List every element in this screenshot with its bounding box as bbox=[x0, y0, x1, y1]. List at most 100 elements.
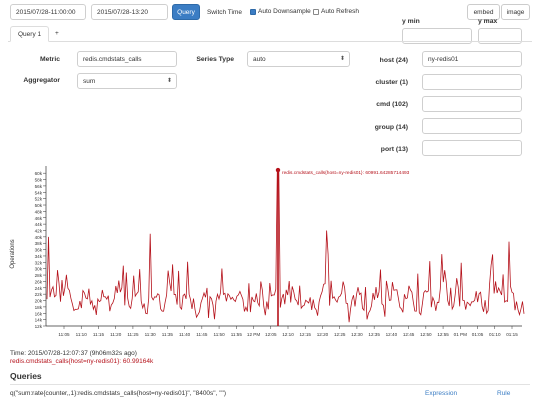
y-tick-label: 60k bbox=[35, 171, 43, 176]
y-tick-label: 36k bbox=[35, 248, 43, 253]
y-tick-label: 24k bbox=[35, 286, 43, 291]
y-tick-label: 42k bbox=[35, 228, 43, 233]
tag-input-host[interactable]: ny-redis01 bbox=[422, 51, 522, 67]
y-tick-label: 28k bbox=[35, 273, 43, 278]
x-axis: 11:05 11:10 11:15 11:20 11:25 11:30 11:35 11:40… bbox=[46, 325, 522, 337]
y-tick-label: 34k bbox=[35, 254, 43, 259]
y-axis-title: Operations bbox=[10, 239, 16, 268]
series-type-value: auto bbox=[253, 56, 266, 63]
aggregator-label: Aggregator bbox=[23, 77, 60, 84]
x-tick-label: 12:05 bbox=[265, 332, 277, 337]
y-tick-label: 32k bbox=[35, 260, 43, 265]
y-tick-label: 48k bbox=[35, 209, 43, 214]
y-tick-label: 58k bbox=[35, 178, 43, 183]
x-tick-label: 12:50 bbox=[420, 332, 432, 337]
y-tick-label: 44k bbox=[35, 222, 43, 227]
tab-add-query[interactable]: + bbox=[48, 26, 66, 42]
tab-query-1[interactable]: Query 1 bbox=[10, 26, 50, 42]
x-tick-label: 12:10 bbox=[282, 332, 294, 337]
x-tick-label: 12:55 bbox=[437, 332, 449, 337]
y-tick-label: 22k bbox=[35, 292, 43, 297]
y-tick-label: 54k bbox=[35, 190, 43, 195]
x-tick-label: 11:20 bbox=[110, 332, 122, 337]
x-tick-label: 12:30 bbox=[351, 332, 363, 337]
series-type-label: Series Type bbox=[196, 56, 234, 63]
y-tick-label: 56k bbox=[35, 184, 43, 189]
y-tick-label: 46k bbox=[35, 216, 43, 221]
y-tick-label: 14k bbox=[35, 318, 43, 323]
x-tick-label: 11:25 bbox=[127, 332, 139, 337]
aggregator-select[interactable]: sum ⬍ bbox=[77, 73, 177, 89]
y-tick-label: 16k bbox=[35, 311, 43, 316]
highlight-point bbox=[275, 167, 281, 173]
y-axis-title-text: Operations bbox=[10, 239, 16, 268]
auto-refresh-checkbox[interactable] bbox=[313, 8, 319, 15]
series-type-select[interactable]: auto ⬍ bbox=[247, 51, 350, 67]
hover-time-text: Time: 2015/07/28-12:07:37 (9h06m32s ago) bbox=[10, 350, 137, 357]
metric-label: Metric bbox=[39, 56, 60, 63]
x-tick-label: 11:55 bbox=[231, 332, 243, 337]
x-tick-label: 11:05 bbox=[58, 332, 70, 337]
rule-link[interactable]: Rule bbox=[497, 390, 510, 397]
x-tick-label: 11:50 bbox=[213, 332, 225, 337]
query-tabs: Query 1 + bbox=[8, 26, 532, 42]
auto-downsample-label: Auto Downsample bbox=[258, 8, 311, 15]
x-tick-label: 12:45 bbox=[403, 332, 415, 337]
x-tick-label: 12:20 bbox=[317, 332, 329, 337]
query-button[interactable]: Query bbox=[172, 4, 200, 20]
auto-downsample-checkbox[interactable] bbox=[250, 8, 256, 15]
x-tick-label: 11:35 bbox=[162, 332, 174, 337]
auto-downsample-toggle[interactable]: Auto Downsample bbox=[250, 8, 311, 15]
y-tick-label: 52k bbox=[35, 197, 43, 202]
highlight-group: redis.cmdstats_calls{host=ny-redis01}: 6… bbox=[275, 167, 410, 326]
select-caret-icon: ⬍ bbox=[339, 56, 345, 62]
tag-input-port[interactable] bbox=[422, 140, 522, 156]
tag-input-cmd[interactable] bbox=[422, 96, 522, 112]
y-tick-label: 12k bbox=[35, 324, 43, 329]
tag-input-cluster[interactable] bbox=[422, 74, 522, 90]
ymax-label: y max bbox=[478, 18, 498, 25]
y-tick-label: 38k bbox=[35, 241, 43, 246]
queries-heading: Queries bbox=[10, 371, 42, 381]
series-line bbox=[46, 169, 525, 323]
expression-link[interactable]: Expression bbox=[425, 390, 457, 397]
auto-refresh-label: Auto Refresh bbox=[321, 8, 359, 15]
tag-label-cmd: cmd (102) bbox=[376, 101, 408, 108]
tag-label-port: port (13) bbox=[380, 146, 408, 153]
end-time-input[interactable]: 2015/07/28-13:20 bbox=[91, 4, 168, 20]
operations-line-chart[interactable]: Operations 12k14k 16k18k20k 22k24k 26k28k30… bbox=[0, 160, 540, 348]
y-axis: 12k14k 16k18k20k 22k24k 26k28k30k 32k34k36k 3… bbox=[35, 166, 47, 329]
y-tick-label: 18k bbox=[35, 305, 43, 310]
start-time-input[interactable]: 2015/07/28-11:00:00 bbox=[10, 4, 86, 20]
x-tick-label: 12:25 bbox=[334, 332, 346, 337]
image-button[interactable]: image bbox=[501, 4, 530, 20]
y-tick-label: 50k bbox=[35, 203, 43, 208]
auto-refresh-toggle[interactable]: Auto Refresh bbox=[313, 8, 359, 15]
y-tick-label: 40k bbox=[35, 235, 43, 240]
x-tick-label: 12:40 bbox=[386, 332, 398, 337]
x-tick-label: 01 PM bbox=[454, 332, 467, 337]
x-tick-label: 01:15 bbox=[506, 332, 518, 337]
y-tick-label: 26k bbox=[35, 279, 43, 284]
aggregator-value: sum bbox=[83, 78, 96, 85]
x-tick-label: 11:30 bbox=[145, 332, 157, 337]
select-caret-icon: ⬍ bbox=[166, 78, 172, 84]
metric-input[interactable]: redis.cmdstats_calls bbox=[77, 51, 177, 67]
x-tick-label: 12:35 bbox=[368, 332, 380, 337]
x-tick-label: 11:10 bbox=[76, 332, 88, 337]
x-tick-label: 11:15 bbox=[93, 332, 105, 337]
series-group bbox=[46, 169, 525, 323]
x-tick-label: 12 PM bbox=[247, 332, 260, 337]
switch-time-button[interactable]: Switch Time bbox=[204, 4, 245, 20]
y-tick-label: 20k bbox=[35, 299, 43, 304]
highlight-label: redis.cmdstats_calls{host=ny-redis01}: 6… bbox=[282, 170, 410, 176]
query-row-text: q("sum:rate{counter,,1}:redis.cmdstats_c… bbox=[10, 390, 226, 397]
tag-label-cluster: cluster (1) bbox=[375, 79, 408, 86]
y-tick-label: 30k bbox=[35, 267, 43, 272]
x-tick-label: 01:10 bbox=[489, 332, 501, 337]
hover-value-text: redis.cmdstats_calls{host=ny-redis01}: 6… bbox=[10, 358, 154, 365]
x-tick-label: 01:05 bbox=[472, 332, 484, 337]
x-tick-label: 12:15 bbox=[299, 332, 311, 337]
tag-input-group[interactable] bbox=[422, 118, 522, 134]
x-tick-label: 11:45 bbox=[196, 332, 208, 337]
